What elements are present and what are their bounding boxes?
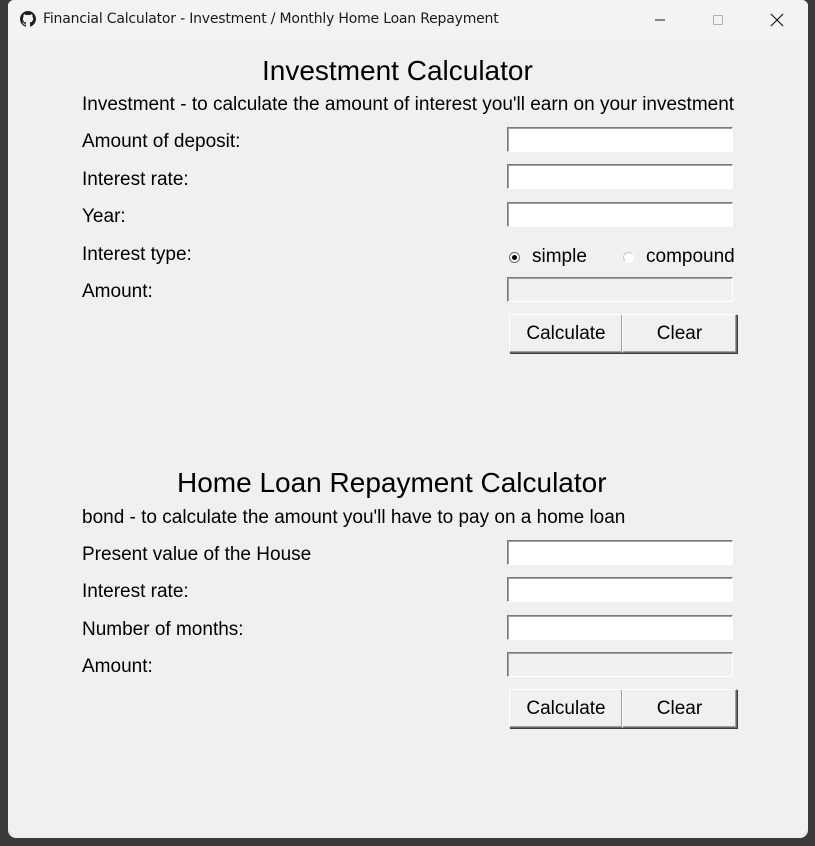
calculator-content: Investment Calculator Investment - to ca…: [8, 40, 808, 838]
radio-simple-label: simple: [532, 246, 587, 267]
maximize-icon: [713, 15, 723, 25]
minimize-button[interactable]: [631, 0, 689, 40]
investment-rate-label: Interest rate:: [82, 169, 189, 190]
deposit-input[interactable]: [508, 128, 732, 151]
radio-compound-label: compound: [646, 246, 735, 267]
maximize-button[interactable]: [689, 0, 747, 40]
investment-clear-button[interactable]: Clear: [622, 314, 737, 353]
investment-heading: Investment Calculator: [262, 55, 533, 86]
interest-type-label: Interest type:: [82, 244, 192, 265]
months-input[interactable]: [508, 616, 732, 639]
bond-description: bond - to calculate the amount you'll ha…: [82, 507, 626, 528]
close-button[interactable]: [748, 0, 806, 40]
window-title: Financial Calculator - Investment / Mont…: [43, 11, 499, 27]
github-icon: [20, 11, 36, 27]
investment-amount-label: Amount:: [82, 281, 153, 302]
radio-selected-icon: [509, 251, 520, 263]
investment-amount-output: [508, 278, 732, 301]
year-field[interactable]: [507, 202, 733, 227]
close-icon: [770, 13, 784, 27]
investment-amount-field: [507, 277, 733, 302]
deposit-label: Amount of deposit:: [82, 131, 241, 152]
radio-simple[interactable]: simple: [509, 246, 587, 268]
bond-amount-output: [508, 653, 732, 676]
radio-compound[interactable]: compound: [623, 246, 735, 268]
house-value-label: Present value of the House: [82, 544, 312, 565]
year-input[interactable]: [508, 203, 732, 226]
bond-heading: Home Loan Repayment Calculator: [177, 467, 607, 498]
house-value-field[interactable]: [507, 540, 733, 565]
investment-description: Investment - to calculate the amount of …: [82, 94, 735, 115]
investment-rate-field[interactable]: [507, 164, 733, 189]
months-label: Number of months:: [82, 619, 244, 640]
app-window: Financial Calculator - Investment / Mont…: [8, 0, 808, 838]
bond-rate-field[interactable]: [507, 577, 733, 602]
title-bar[interactable]: Financial Calculator - Investment / Mont…: [8, 0, 808, 40]
bond-calculate-button[interactable]: Calculate: [509, 689, 623, 728]
minimize-icon: [655, 19, 665, 21]
bond-amount-label: Amount:: [82, 656, 153, 677]
bond-rate-label: Interest rate:: [82, 581, 189, 602]
bond-rate-input[interactable]: [508, 578, 732, 601]
investment-calculate-button[interactable]: Calculate: [509, 314, 623, 353]
radio-unselected-icon: [623, 251, 634, 263]
year-label: Year:: [82, 206, 126, 227]
deposit-field[interactable]: [507, 127, 733, 152]
bond-amount-field: [507, 652, 733, 677]
months-field[interactable]: [507, 615, 733, 640]
house-value-input[interactable]: [508, 541, 732, 564]
bond-clear-button[interactable]: Clear: [622, 689, 737, 728]
investment-rate-input[interactable]: [508, 165, 732, 188]
